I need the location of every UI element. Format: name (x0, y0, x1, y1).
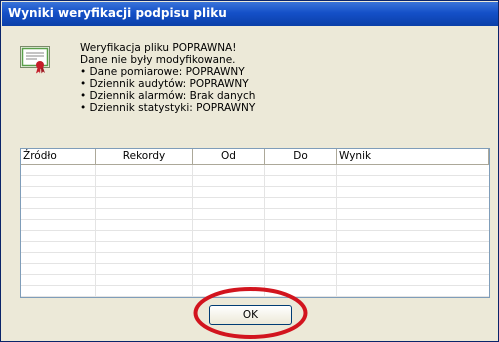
data-unmodified-note: Dane nie były modyfikowane. (80, 54, 236, 66)
table-header: Źródło Rekordy Od Do Wynik (21, 149, 489, 165)
result-alarm-log: Dziennik alarmów: Brak danych (80, 90, 256, 102)
column-header-source[interactable]: Źródło (21, 149, 96, 164)
table-row[interactable] (21, 176, 489, 187)
table-row[interactable] (21, 275, 489, 286)
table-row[interactable] (21, 187, 489, 198)
table-row[interactable] (21, 198, 489, 209)
table-row[interactable] (21, 231, 489, 242)
column-header-to[interactable]: Do (265, 149, 337, 164)
result-audit-log: Dziennik audytów: POPRAWNY (80, 78, 255, 90)
result-measurement-data: Dane pomiarowe: POPRAWNY (80, 66, 255, 78)
certificate-icon (20, 46, 50, 74)
table-row[interactable] (21, 253, 489, 264)
results-table[interactable]: Źródło Rekordy Od Do Wynik (20, 148, 490, 298)
title-bar[interactable]: Wyniki weryfikacji podpisu pliku (2, 2, 498, 26)
result-statistics-log: Dziennik statystyki: POPRAWNY (80, 102, 256, 114)
table-row[interactable] (21, 165, 489, 176)
column-header-records[interactable]: Rekordy (96, 149, 193, 164)
table-row[interactable] (21, 286, 489, 297)
table-row[interactable] (21, 264, 489, 275)
table-row[interactable] (21, 209, 489, 220)
verification-message: Weryfikacja pliku POPRAWNA! Dane nie był… (80, 42, 255, 114)
dialog-window: Wyniki weryfikacji podpisu pliku Weryfik… (0, 0, 499, 342)
table-row[interactable] (21, 242, 489, 253)
column-header-from[interactable]: Od (193, 149, 265, 164)
verification-status: Weryfikacja pliku POPRAWNA! (80, 42, 237, 54)
table-row[interactable] (21, 220, 489, 231)
dialog-title: Wyniki weryfikacji podpisu pliku (8, 6, 227, 20)
column-header-result[interactable]: Wynik (337, 149, 489, 164)
ok-button[interactable]: OK (209, 305, 292, 325)
